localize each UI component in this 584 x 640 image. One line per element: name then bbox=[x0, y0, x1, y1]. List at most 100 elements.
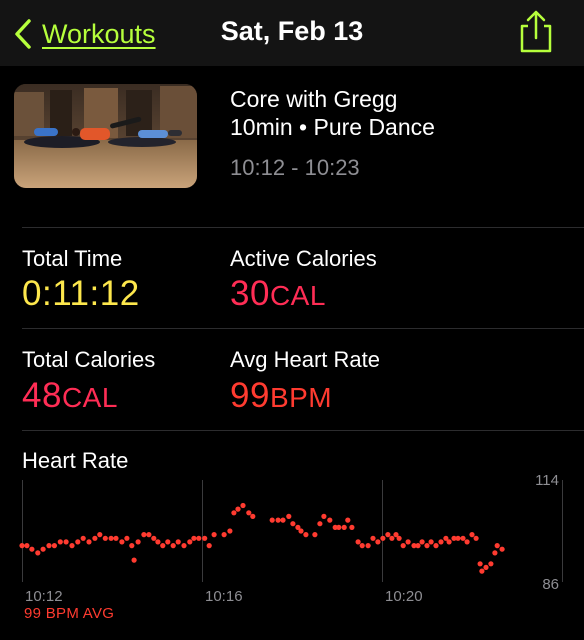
heart-rate-point bbox=[473, 535, 479, 541]
heart-rate-point bbox=[355, 539, 361, 545]
y-tick-label-min: 86 bbox=[542, 576, 559, 593]
heart-rate-point bbox=[202, 535, 208, 541]
heart-rate-chart[interactable]: 10:12 10:16 10:20 114 86 bbox=[0, 470, 584, 620]
heart-rate-point bbox=[75, 539, 81, 545]
heart-rate-point bbox=[35, 550, 41, 556]
y-tick-label-max: 114 bbox=[535, 472, 559, 489]
heart-rate-point bbox=[370, 535, 376, 541]
workout-thumbnail[interactable] bbox=[14, 84, 197, 188]
heart-rate-point bbox=[129, 543, 135, 549]
heart-rate-point bbox=[298, 528, 304, 534]
heart-rate-point bbox=[24, 543, 30, 549]
active-calories-label: Active Calories bbox=[230, 246, 377, 271]
active-calories-unit: CAL bbox=[269, 280, 326, 311]
heart-rate-point bbox=[488, 561, 494, 567]
total-calories-number: 48 bbox=[22, 376, 62, 415]
heart-rate-point bbox=[108, 535, 114, 541]
heart-rate-point bbox=[187, 539, 193, 545]
heart-rate-point bbox=[494, 543, 500, 549]
heart-rate-point bbox=[455, 535, 461, 541]
heart-rate-point bbox=[321, 513, 327, 519]
heart-rate-point bbox=[477, 561, 483, 567]
heart-rate-point bbox=[460, 535, 466, 541]
heart-rate-point bbox=[415, 543, 421, 549]
heart-rate-point bbox=[160, 543, 166, 549]
heart-rate-point bbox=[206, 543, 212, 549]
heart-rate-point bbox=[290, 521, 296, 527]
heart-rate-point bbox=[135, 539, 141, 545]
heart-rate-point bbox=[317, 521, 323, 527]
heart-rate-point bbox=[280, 517, 286, 523]
divider bbox=[22, 328, 584, 329]
heart-rate-point bbox=[46, 543, 52, 549]
heart-rate-point bbox=[86, 539, 92, 545]
heart-rate-point bbox=[438, 539, 444, 545]
avg-heart-rate-value: 99BPM bbox=[230, 376, 332, 416]
active-calories-value: 30CAL bbox=[230, 274, 326, 314]
total-time-value: 0:11:12 bbox=[22, 274, 140, 313]
heart-rate-point bbox=[312, 532, 318, 538]
heart-rate-point bbox=[446, 539, 452, 545]
heart-rate-point bbox=[269, 517, 275, 523]
heart-rate-point bbox=[405, 539, 411, 545]
heart-rate-point bbox=[80, 535, 86, 541]
total-calories-label: Total Calories bbox=[22, 347, 156, 372]
heart-rate-point bbox=[29, 546, 35, 552]
heart-rate-point bbox=[365, 543, 371, 549]
total-calories-unit: CAL bbox=[61, 382, 118, 413]
heart-rate-point bbox=[464, 539, 470, 545]
workout-time-range: 10:12 - 10:23 bbox=[230, 155, 360, 180]
x-tick-label: 10:20 bbox=[385, 588, 423, 605]
heart-rate-point bbox=[231, 510, 237, 516]
heart-rate-point bbox=[141, 532, 147, 538]
heart-rate-point bbox=[102, 535, 108, 541]
workout-meta: 10min • Pure Dance bbox=[230, 114, 435, 140]
heart-rate-point bbox=[40, 546, 46, 552]
heart-rate-point bbox=[389, 535, 395, 541]
heart-rate-point bbox=[400, 543, 406, 549]
total-calories-value: 48CAL bbox=[22, 376, 118, 416]
heart-rate-point bbox=[97, 532, 103, 538]
page-title: Sat, Feb 13 bbox=[220, 16, 364, 46]
heart-rate-point bbox=[92, 535, 98, 541]
heart-rate-points bbox=[19, 502, 505, 574]
heart-rate-point bbox=[175, 539, 181, 545]
heart-rate-point bbox=[240, 502, 246, 509]
heart-rate-point bbox=[181, 543, 187, 549]
heart-rate-point bbox=[375, 539, 381, 545]
avg-heart-rate-unit: BPM bbox=[269, 382, 333, 413]
heart-rate-point bbox=[196, 535, 202, 541]
heart-rate-point bbox=[428, 539, 434, 545]
heart-rate-point bbox=[227, 528, 233, 534]
heart-rate-point bbox=[492, 550, 498, 556]
heart-rate-point bbox=[155, 539, 161, 545]
x-tick-label: 10:12 bbox=[25, 588, 63, 605]
heart-rate-point bbox=[345, 517, 351, 523]
heart-rate-point bbox=[69, 543, 75, 549]
heart-rate-point bbox=[191, 535, 197, 541]
heart-rate-point bbox=[424, 543, 430, 549]
divider bbox=[22, 227, 584, 228]
heart-rate-point bbox=[433, 543, 439, 549]
heart-rate-point bbox=[419, 539, 425, 545]
heart-rate-point bbox=[286, 513, 292, 519]
share-button[interactable] bbox=[514, 9, 558, 55]
heart-rate-point bbox=[221, 532, 227, 538]
heart-rate-point bbox=[469, 532, 475, 538]
heart-rate-point bbox=[359, 543, 365, 549]
divider bbox=[22, 430, 584, 431]
heart-rate-point bbox=[380, 535, 386, 541]
heart-rate-point bbox=[51, 543, 58, 549]
heart-rate-point bbox=[146, 532, 152, 538]
heart-rate-point bbox=[250, 513, 256, 519]
heart-rate-average: 99 BPM AVG bbox=[24, 605, 115, 622]
navigation-bar: Workouts Sat, Feb 13 bbox=[0, 0, 584, 66]
heart-rate-point bbox=[211, 532, 217, 538]
heart-rate-point bbox=[170, 543, 176, 549]
avg-heart-rate-number: 99 bbox=[230, 376, 270, 415]
avg-heart-rate-label: Avg Heart Rate bbox=[230, 347, 381, 372]
heart-rate-point bbox=[303, 532, 309, 538]
heart-rate-point bbox=[131, 557, 137, 563]
heart-rate-point bbox=[349, 524, 355, 530]
heart-rate-point bbox=[113, 535, 119, 541]
